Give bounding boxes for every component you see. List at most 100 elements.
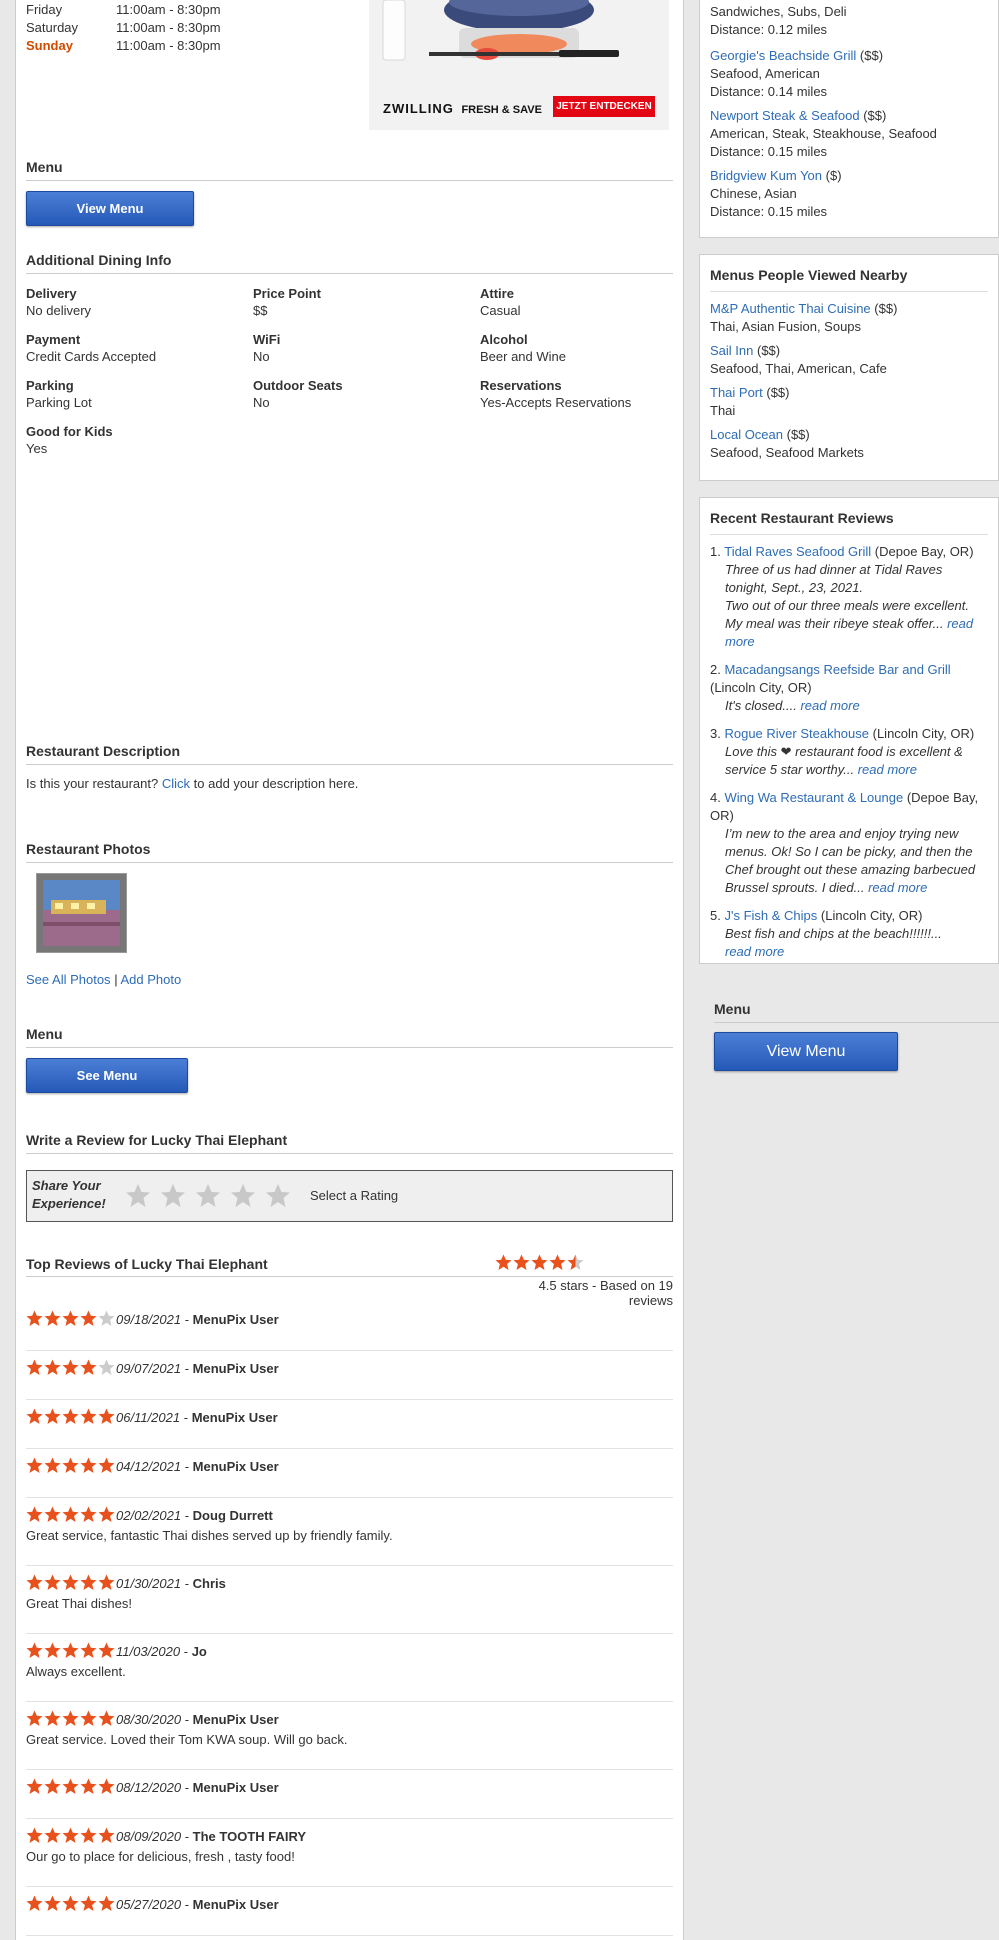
overall-star-icon [549, 1254, 566, 1270]
viewed-restaurant-link[interactable]: M&P Authentic Thai Cuisine [710, 301, 871, 316]
review-star-icon [26, 1310, 43, 1326]
section-title-description: Restaurant Description [26, 743, 673, 765]
nearby-distance: Distance: 0.15 miles [710, 144, 828, 159]
recent-review-restaurant-link[interactable]: Macadangsangs Reefside Bar and Grill [724, 662, 950, 677]
nearby-restaurant-link[interactable]: Georgie's Beachside Grill [710, 48, 856, 63]
recent-review-text-2: Two out of our three meals were excellen… [725, 598, 969, 631]
section-title-menu-2: Menu [26, 1026, 673, 1048]
recent-review-quote: Three of us had dinner at Tidal Raves to… [710, 561, 988, 651]
description-section: Restaurant Description Is this your rest… [26, 743, 673, 793]
review-item: 08/12/2020 - MenuPix User [26, 1770, 673, 1819]
section-title-photos: Restaurant Photos [26, 841, 673, 863]
review-meta: 04/12/2021 - MenuPix User [26, 1457, 673, 1476]
nearby-cuisine: Chinese, Asian [710, 186, 797, 201]
review-star-icon [80, 1506, 97, 1522]
review-star-icon [80, 1310, 97, 1326]
read-more-link[interactable]: read more [858, 762, 917, 777]
review-author: MenuPix User [192, 1780, 279, 1795]
recent-review-quote: It's closed.... read more [710, 697, 988, 715]
recent-review-text: Three of us had dinner at Tidal Raves to… [725, 562, 943, 595]
view-menu-button[interactable]: View Menu [26, 191, 194, 226]
nearby-price: ($$) [863, 108, 887, 123]
link-separator: | [114, 972, 118, 987]
review-item: 04/12/2021 - MenuPix User [26, 1449, 673, 1498]
review-star-icon [26, 1895, 43, 1911]
viewed-price: ($$) [874, 301, 898, 316]
review-star-icon [44, 1506, 61, 1522]
review-date: 08/09/2020 [116, 1829, 182, 1844]
viewed-restaurant-link[interactable]: Sail Inn [710, 343, 753, 358]
viewed-item: Sail Inn ($$) Seafood, Thai, American, C… [710, 342, 988, 378]
recent-review-restaurant-link[interactable]: Wing Wa Restaurant & Lounge [724, 790, 903, 805]
viewed-price: ($$) [757, 343, 781, 358]
review-text: Always excellent. [26, 1664, 126, 1679]
advertisement-banner[interactable]: ZWILLING FRESH & SAVE JETZT ENTDECKEN [369, 0, 669, 130]
review-text: Great service, fantastic Thai dishes ser… [26, 1528, 393, 1543]
read-more-link[interactable]: read more [800, 698, 859, 713]
rating-star-4[interactable] [231, 1184, 255, 1207]
restaurant-photo-thumbnail[interactable] [36, 873, 127, 953]
viewed-restaurant-link[interactable]: Thai Port [710, 385, 763, 400]
viewed-restaurant-link[interactable]: Local Ocean [710, 427, 783, 442]
info-label: Good for Kids [26, 424, 113, 439]
info-price-point: Price Point $$ [253, 285, 468, 320]
see-menu-button[interactable]: See Menu [26, 1058, 188, 1093]
overall-star-icon [531, 1254, 548, 1270]
rating-star-5[interactable] [266, 1184, 290, 1207]
read-more-link[interactable]: read more [868, 880, 927, 895]
review-separator: - [184, 1712, 190, 1727]
review-author: Chris [192, 1576, 226, 1591]
info-label: Price Point [253, 286, 321, 301]
review-star-icon [26, 1827, 43, 1843]
review-item: 06/11/2021 - MenuPix User [26, 1400, 673, 1449]
rating-star-1[interactable] [126, 1184, 150, 1207]
review-star-icon [98, 1710, 115, 1726]
read-more-link[interactable]: read more [725, 944, 784, 959]
recent-review-restaurant-link[interactable]: J's Fish & Chips [724, 908, 817, 923]
sidebar-view-menu-button[interactable]: View Menu [714, 1032, 898, 1071]
review-meta: 08/30/2020 - MenuPix User [26, 1710, 673, 1729]
recent-review-quote: Best fish and chips at the beach!!!!!!..… [710, 925, 988, 961]
nearby-restaurant-link[interactable]: Newport Steak & Seafood [710, 108, 860, 123]
info-outdoor-seats: Outdoor Seats No [253, 377, 468, 412]
rating-star-3[interactable] [196, 1184, 220, 1207]
review-author: MenuPix User [192, 1712, 279, 1727]
nearby-cuisine: Seafood, American [710, 66, 820, 81]
add-photo-link[interactable]: Add Photo [120, 972, 181, 987]
review-star-icon [44, 1778, 61, 1794]
info-reservations: Reservations Yes-Accepts Reservations [480, 377, 695, 412]
info-label: Alcohol [480, 332, 528, 347]
recent-review-restaurant-link[interactable]: Rogue River Steakhouse [724, 726, 869, 741]
rating-stars-input [125, 1183, 295, 1212]
recent-review-location: (Lincoln City, OR) [710, 680, 812, 695]
rating-star-2[interactable] [161, 1184, 185, 1207]
info-good-for-kids: Good for Kids Yes [26, 423, 241, 458]
recent-review-restaurant-link[interactable]: Tidal Raves Seafood Grill [724, 544, 871, 559]
review-date: 02/02/2021 [116, 1508, 182, 1523]
see-all-photos-link[interactable]: See All Photos [26, 972, 111, 987]
share-label-line1: Share Your [32, 1178, 101, 1193]
section-title-write-review: Write a Review for Lucky Thai Elephant [26, 1132, 673, 1154]
ad-cta-button[interactable]: JETZT ENTDECKEN [553, 96, 655, 117]
info-parking: Parking Parking Lot [26, 377, 241, 412]
review-star-icon [62, 1574, 79, 1590]
review-star-icon [98, 1642, 115, 1658]
review-item: 01/30/2021 - Chris Great Thai dishes! [26, 1566, 673, 1634]
review-author: Jo [191, 1644, 207, 1659]
review-date: 09/07/2021 [116, 1361, 182, 1376]
review-star-icon [98, 1359, 115, 1375]
nearby-restaurant-link[interactable]: Bridgview Kum Yon [710, 168, 822, 183]
sidebar-menu-title: Menu [714, 1001, 999, 1023]
section-title-dining: Additional Dining Info [26, 252, 673, 274]
review-star-icon [44, 1408, 61, 1424]
info-label: Payment [26, 332, 81, 347]
info-alcohol: Alcohol Beer and Wine [480, 331, 695, 366]
review-star-icon [80, 1642, 97, 1658]
add-description-link[interactable]: Click [162, 776, 190, 791]
review-star-icon [26, 1642, 43, 1658]
nearby-price: ($$) [859, 48, 884, 63]
review-item: 02/02/2021 - Doug Durrett Great service, … [26, 1498, 673, 1566]
hours-day-today: Sunday [26, 38, 73, 53]
section-title-menu: Menu [26, 159, 673, 181]
viewed-cuisine: Seafood, Thai, American, Cafe [710, 361, 887, 376]
